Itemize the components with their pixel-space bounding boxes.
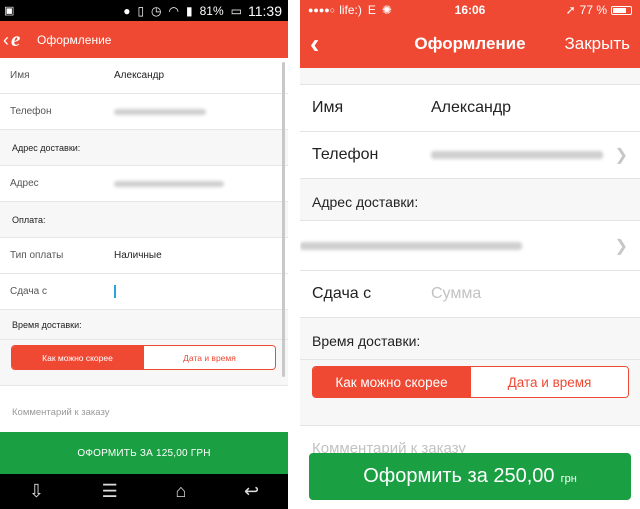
submit-order-button[interactable]: ОФОРМИТЬ ЗА 125,00 ГРН bbox=[0, 432, 288, 474]
ios-checkout-screen: ●●●●○ life:) E ✺ 16:06 ➚ 77 % ‹ Оформлен… bbox=[300, 0, 640, 509]
phone-label: Телефон bbox=[312, 146, 379, 163]
segment-asap[interactable]: Как можно скорее bbox=[313, 367, 470, 397]
name-value[interactable]: Александр bbox=[114, 70, 164, 81]
top-spacer bbox=[300, 68, 640, 85]
android-status-bar: ▣ ● ▯ ◷ ◠ ▮ 81% ▭ 11:39 bbox=[0, 0, 288, 21]
network-type: E bbox=[367, 3, 376, 17]
delivery-time-segmented-control: Как можно скорее Дата и время bbox=[312, 366, 629, 398]
delivery-time-segment-wrap: Как можно скорее Дата и время bbox=[300, 360, 640, 426]
menu-icon[interactable]: ☰ bbox=[102, 481, 118, 502]
submit-order-button[interactable]: Оформить за 250,00 грн bbox=[309, 453, 631, 500]
address-row[interactable]: ❯ bbox=[300, 221, 640, 271]
cell-signal-icon: ▮ bbox=[186, 3, 193, 18]
phone-value-blurred[interactable] bbox=[431, 151, 603, 159]
back-chevron-icon[interactable]: ‹ bbox=[3, 31, 9, 49]
battery-percent: 81% bbox=[199, 3, 224, 18]
change-row[interactable]: Сдача с Сумма bbox=[300, 271, 640, 318]
page-title: Оформление bbox=[37, 32, 112, 47]
comparison-screenshot: ▣ ● ▯ ◷ ◠ ▮ 81% ▭ 11:39 ‹ e Оформление И… bbox=[0, 0, 640, 509]
back-icon[interactable]: ↩ bbox=[244, 481, 259, 502]
back-chevron-icon[interactable]: ‹ bbox=[310, 30, 319, 58]
battery-icon bbox=[611, 5, 632, 15]
phone-value-blurred[interactable] bbox=[114, 108, 206, 115]
sim-icon: ▯ bbox=[137, 3, 145, 18]
change-row[interactable]: Сдача с bbox=[0, 274, 288, 310]
phone-label: Телефон bbox=[10, 106, 52, 117]
close-button[interactable]: Закрыть bbox=[565, 34, 630, 54]
change-input[interactable]: Сумма bbox=[431, 285, 628, 303]
delivery-time-segment-wrap: Как можно скорее Дата и время bbox=[0, 340, 288, 386]
location-arrow-icon: ➚ bbox=[565, 3, 576, 17]
divider bbox=[288, 0, 300, 509]
android-action-bar: ‹ e Оформление bbox=[0, 21, 288, 58]
address-value-blurred[interactable] bbox=[300, 241, 522, 250]
change-label: Сдача с bbox=[312, 285, 372, 302]
address-label: Адрес bbox=[10, 178, 39, 189]
address-row[interactable]: Адрес bbox=[0, 166, 288, 202]
name-value[interactable]: Александр bbox=[431, 99, 628, 117]
ios-status-bar: ●●●●○ life:) E ✺ 16:06 ➚ 77 % bbox=[300, 0, 640, 20]
signal-dots-icon: ●●●●○ bbox=[308, 5, 336, 15]
phone-row[interactable]: Телефон ❯ bbox=[300, 132, 640, 179]
android-checkout-screen: ▣ ● ▯ ◷ ◠ ▮ 81% ▭ 11:39 ‹ e Оформление И… bbox=[0, 0, 288, 509]
payment-type-row[interactable]: Тип оплаты Наличные bbox=[0, 238, 288, 274]
carrier-name: life:) bbox=[339, 3, 362, 17]
chevron-right-icon[interactable]: ❯ bbox=[615, 145, 628, 165]
name-row[interactable]: Имя Александр bbox=[0, 58, 288, 94]
ios-nav-bar: ‹ Оформление Закрыть bbox=[300, 20, 640, 68]
home-icon[interactable]: ⌂ bbox=[175, 481, 186, 502]
segment-datetime[interactable]: Дата и время bbox=[143, 346, 275, 369]
signal-icon: ▣ bbox=[4, 5, 15, 17]
app-logo[interactable]: e bbox=[11, 28, 31, 51]
phone-row[interactable]: Телефон bbox=[0, 94, 288, 130]
alarm-icon: ◷ bbox=[151, 3, 162, 18]
change-label: Сдача с bbox=[10, 286, 47, 297]
battery-percent: 77 % bbox=[579, 3, 607, 17]
segment-datetime[interactable]: Дата и время bbox=[470, 367, 628, 397]
payment-header: Оплата: bbox=[0, 202, 288, 238]
scrollbar[interactable] bbox=[282, 62, 285, 377]
delivery-time-segmented-control: Как можно скорее Дата и время bbox=[11, 345, 276, 370]
chevron-right-icon[interactable]: ❯ bbox=[615, 236, 628, 256]
battery-icon: ▭ bbox=[230, 3, 242, 18]
submit-currency: грн bbox=[560, 472, 577, 485]
text-cursor[interactable] bbox=[114, 285, 116, 298]
payment-type-label: Тип оплаты bbox=[10, 250, 64, 261]
comment-field[interactable]: Комментарий к заказу bbox=[0, 386, 288, 438]
delivery-time-header: Время доставки: bbox=[0, 310, 288, 340]
android-form: Имя Александр Телефон Адрес доставки: Ад… bbox=[0, 58, 288, 438]
name-row[interactable]: Имя Александр bbox=[300, 85, 640, 132]
delivery-address-header: Адрес доставки: bbox=[300, 179, 640, 221]
download-icon[interactable]: ⇩ bbox=[29, 481, 44, 502]
android-nav-bar: ⇩ ☰ ⌂ ↩ bbox=[0, 474, 288, 509]
submit-label: Оформить за 250,00 bbox=[363, 465, 555, 487]
delivery-address-header: Адрес доставки: bbox=[0, 130, 288, 166]
payment-type-value[interactable]: Наличные bbox=[114, 250, 162, 261]
segment-asap[interactable]: Как можно скорее bbox=[12, 346, 143, 369]
name-label: Имя bbox=[312, 99, 344, 116]
wifi-icon: ◠ bbox=[168, 3, 180, 18]
activity-icon: ✺ bbox=[381, 3, 392, 17]
status-time: 11:39 bbox=[248, 2, 282, 19]
delivery-time-header: Время доставки: bbox=[300, 318, 640, 360]
address-value-blurred[interactable] bbox=[114, 180, 224, 187]
location-icon: ● bbox=[123, 3, 131, 18]
name-label: Имя bbox=[10, 70, 30, 81]
